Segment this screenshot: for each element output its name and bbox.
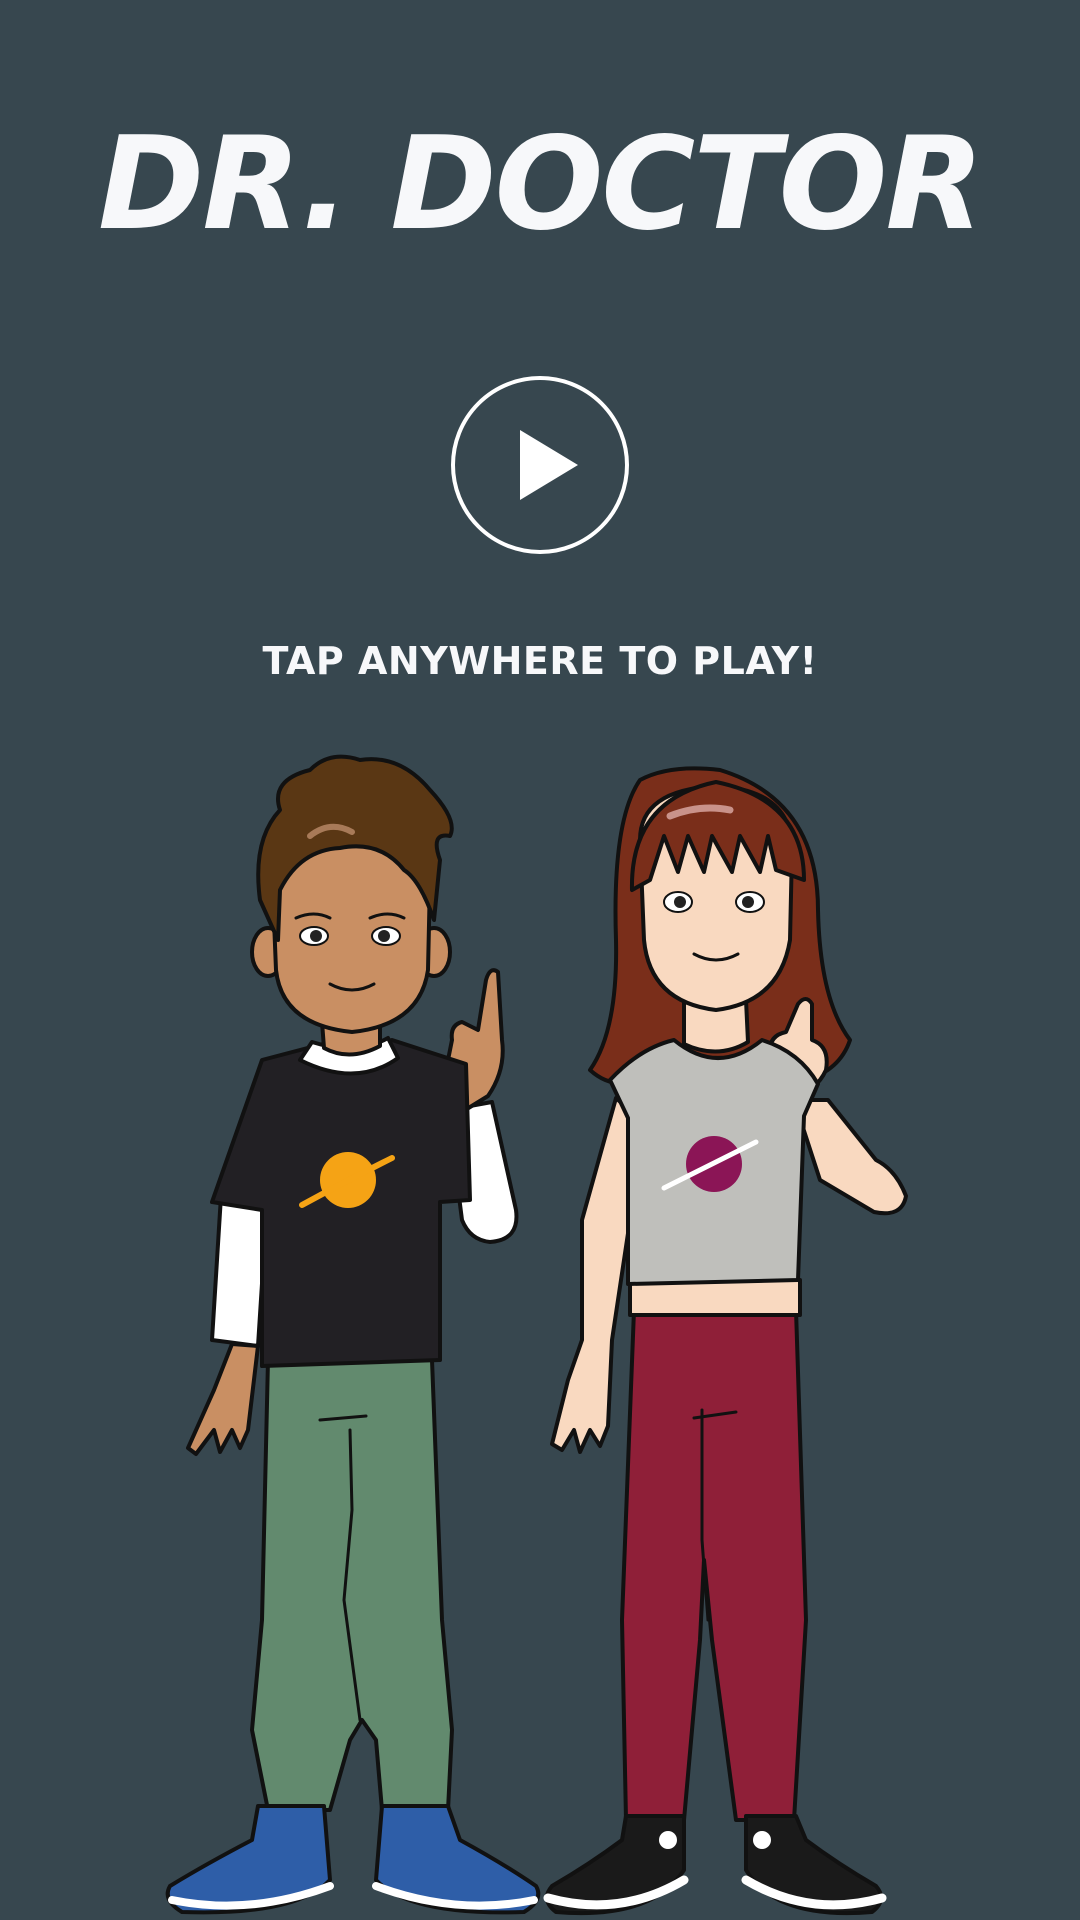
play-button[interactable]: [450, 375, 630, 555]
characters-illustration: [165, 754, 908, 1916]
boy-character: [165, 754, 541, 1915]
girl-character: [543, 766, 908, 1916]
tap-to-play-prompt: TAP ANYWHERE TO PLAY!: [262, 639, 818, 683]
play-icon: [451, 376, 629, 554]
game-title: DR. DOCTOR: [97, 110, 984, 259]
tap-anywhere-area[interactable]: DR. DOCTOR TAP ANYWHERE TO PLAY!: [0, 0, 1080, 1920]
